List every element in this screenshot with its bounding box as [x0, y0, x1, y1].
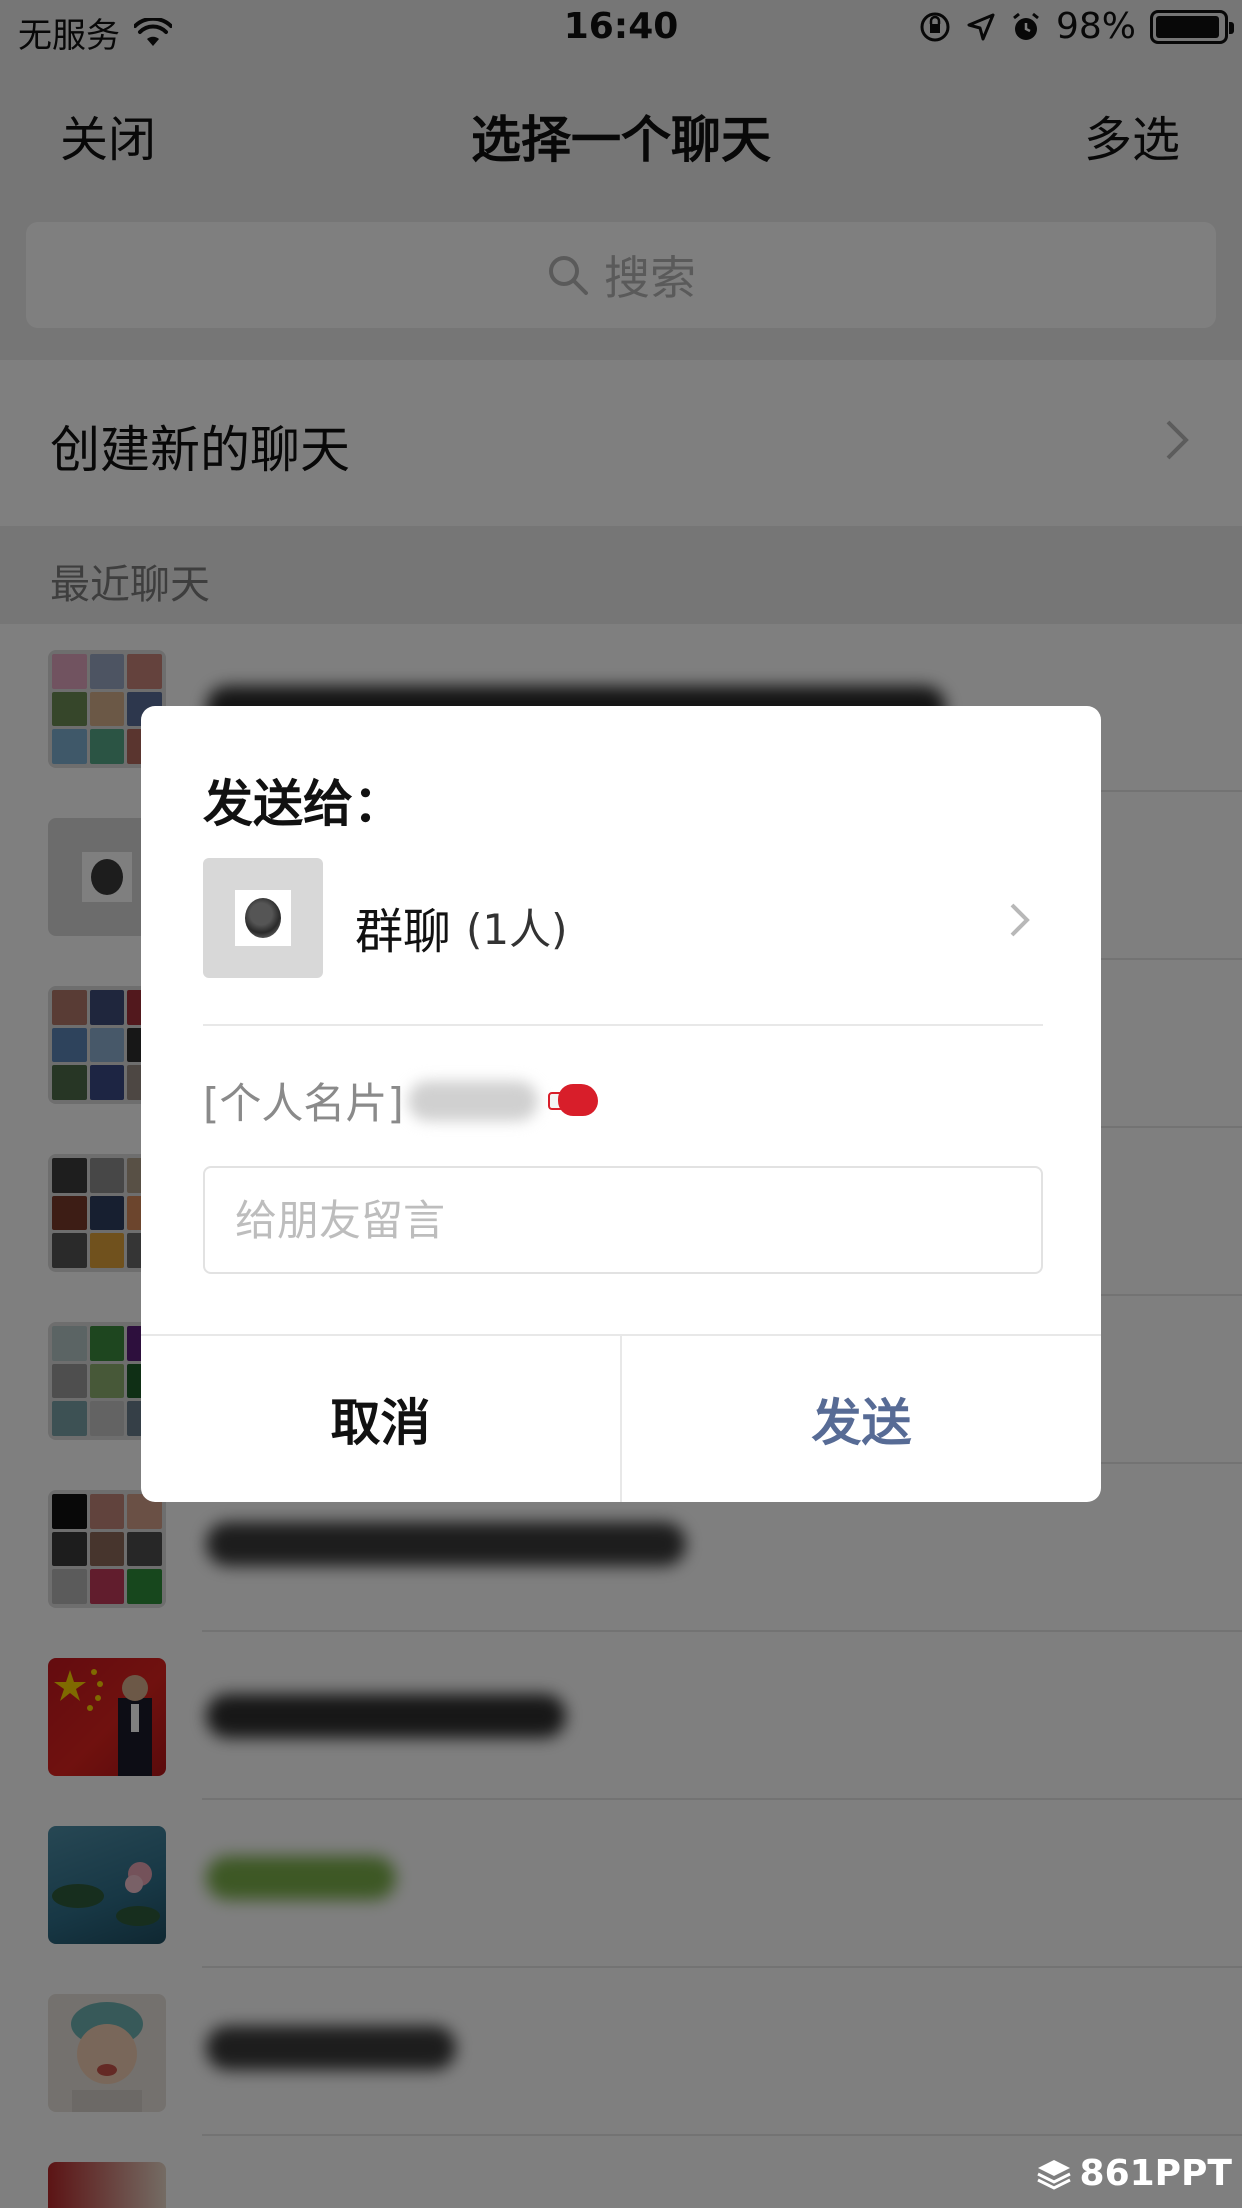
cancel-button[interactable]: 取消 — [141, 1336, 622, 1502]
chevron-right-icon — [1010, 903, 1030, 937]
recipient-name: 群聊 — [355, 904, 452, 960]
layers-logo-icon — [1036, 2159, 1071, 2190]
recipient-row[interactable]: 群聊 (1人) — [203, 858, 1043, 978]
group-avatar — [203, 858, 323, 978]
dialog-divider — [203, 1024, 1043, 1026]
dialog-actions: 取消 发送 — [141, 1334, 1101, 1502]
watermark-text: 861PPT — [1079, 2153, 1232, 2194]
watermark: 861PPT — [1036, 2153, 1232, 2194]
recipient-member-count: (1人) — [466, 905, 568, 954]
contact-card-preview: [个人名片] — [203, 1070, 602, 1131]
dialog-title: 发送给： — [203, 775, 403, 833]
send-to-dialog: 发送给： 群聊 (1人) [个人名片] 取消 发送 — [141, 706, 1101, 1502]
message-input[interactable] — [203, 1166, 1043, 1274]
blurred-contact-name — [407, 1080, 538, 1121]
boxing-glove-icon — [547, 1082, 602, 1120]
contact-card-label: [个人名片] — [203, 1079, 404, 1128]
send-button[interactable]: 发送 — [622, 1336, 1101, 1502]
